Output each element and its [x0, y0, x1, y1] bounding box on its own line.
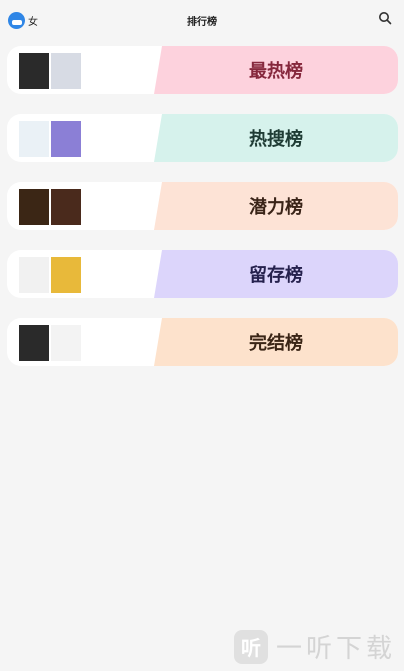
ranking-name: 热搜榜 — [249, 129, 303, 150]
page-title: 排行榜 — [187, 17, 217, 28]
book-covers — [19, 121, 81, 157]
book-covers — [19, 189, 81, 225]
book-covers — [19, 53, 81, 89]
ranking-card[interactable]: 留存榜 — [7, 250, 398, 298]
top-bar: 女 排行榜 — [0, 0, 404, 40]
book-cover — [19, 189, 49, 225]
book-cover — [51, 189, 81, 225]
book-cover — [19, 257, 49, 293]
watermark: 听 一听下载 — [233, 628, 396, 665]
book-covers — [19, 325, 81, 361]
watermark-text: 一听下载 — [275, 634, 396, 664]
book-covers — [19, 257, 81, 293]
ranking-name: 留存榜 — [249, 265, 303, 286]
ranking-name: 完结榜 — [249, 333, 303, 354]
ranking-name: 潜力榜 — [249, 197, 303, 218]
ranking-list: 最热榜热搜榜潜力榜留存榜完结榜 — [7, 46, 398, 386]
ranking-card[interactable]: 热搜榜 — [7, 114, 398, 162]
book-cover — [19, 325, 49, 361]
book-cover — [19, 53, 49, 89]
book-cover — [51, 121, 81, 157]
ranking-card[interactable]: 完结榜 — [7, 318, 398, 366]
book-cover — [19, 121, 49, 157]
book-cover — [51, 257, 81, 293]
ranking-name: 最热榜 — [249, 61, 303, 82]
ranking-card[interactable]: 潜力榜 — [7, 182, 398, 230]
watermark-logo: 听 — [233, 629, 268, 664]
book-cover — [51, 53, 81, 89]
book-cover — [51, 325, 81, 361]
search-icon[interactable] — [378, 11, 392, 25]
ranking-card[interactable]: 最热榜 — [7, 46, 398, 94]
